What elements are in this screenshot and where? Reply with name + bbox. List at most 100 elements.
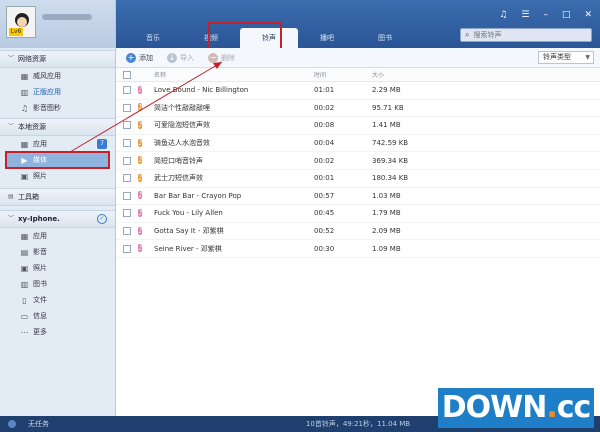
ringtone-name: Love Bound - Nic Billington [154, 86, 249, 95]
import-button[interactable]: ↓ 导入 [167, 52, 194, 63]
ringtone-type-value: 铃声类型 [543, 53, 571, 61]
sidebar-item-1-1[interactable]: ▶ 媒体 [5, 151, 110, 169]
check-icon: ✓ [97, 214, 107, 224]
row-checkbox[interactable] [123, 191, 131, 200]
task-status-label: 无任务 [28, 420, 49, 428]
row-checkbox[interactable] [123, 156, 131, 165]
chevron-down-icon: ▼ [585, 54, 590, 61]
sidebar-item-1-2[interactable]: ▣ 照片 [0, 168, 115, 184]
minimize-icon[interactable]: – [543, 10, 548, 20]
device-item-6[interactable]: ⋯ 更多 [0, 324, 115, 340]
table-row[interactable]: ♪ Gotta Say It - 邓紫棋 00:52 2.09 MB [116, 223, 600, 241]
table-row[interactable]: ♪ Bar Bar Bar - Crayon Pop 00:57 1.03 MB [116, 188, 600, 206]
music-note-icon: ♪ [138, 208, 143, 217]
apps-icon: ▦ [20, 139, 29, 149]
row-checkbox[interactable] [123, 174, 131, 183]
device-item-4[interactable]: ▯ 文件 [0, 292, 115, 308]
task-status[interactable]: 无任务 [0, 416, 116, 432]
ringtone-duration: 00:01 [314, 174, 335, 183]
device-item-1[interactable]: ▤ 影音 [0, 244, 115, 260]
import-label: 导入 [180, 53, 194, 62]
tab-podcast[interactable]: 播吧 [298, 28, 356, 48]
avatar[interactable]: Lv6 [6, 6, 36, 38]
sidebar-section-network[interactable]: ﹀ 网络资源 [0, 50, 115, 68]
search-input[interactable] [473, 31, 584, 39]
tab-music[interactable]: 音乐 [124, 28, 182, 48]
column-name[interactable]: 名称 [152, 70, 314, 79]
table-row[interactable]: ♪ 简洁个性敲敲敲哩 00:02 95.71 KB [116, 100, 600, 118]
apps-icon: ▦ [20, 71, 29, 81]
section-label: 网络资源 [18, 55, 46, 63]
device-name: xy-Iphone. [18, 215, 60, 223]
ringtone-table: 名称 时间 大小 ♪ Love Bound - Nic Billington 01:… [116, 68, 600, 258]
sidebar-item-label: 照片 [33, 172, 47, 180]
select-all-checkbox[interactable] [123, 70, 131, 79]
tab-books[interactable]: 图书 [356, 28, 414, 48]
search-box[interactable]: ⌕ [460, 28, 592, 42]
delete-button[interactable]: − 删除 [208, 52, 235, 63]
row-checkbox[interactable] [123, 139, 131, 148]
music-note-icon: ♪ [138, 173, 143, 182]
ringtone-duration: 00:02 [314, 103, 335, 112]
app-window: Lv6 ﹀ 网络资源 ▦ 威风应用 ▥ 正版应用 ♫ 影音图秒 ﹀ 本地资源 ▦… [0, 0, 600, 432]
music-icon: ♫ [20, 103, 29, 113]
close-icon[interactable]: ✕ [584, 10, 592, 20]
top-bar: ♫ ☰ – □ ✕ 音乐 视频 铃声 播吧 图书 ⌕ [116, 0, 600, 50]
sidebar-section-local[interactable]: ﹀ 本地资源 [0, 118, 115, 136]
device-item-label: 应用 [33, 232, 47, 240]
ringtone-size: 1.79 MB [372, 209, 401, 218]
ringtone-duration: 00:45 [314, 209, 335, 218]
table-row[interactable]: ♪ 可爱隐泡短信声效 00:08 1.41 MB [116, 117, 600, 135]
row-checkbox[interactable] [123, 209, 131, 218]
level-badge: Lv6 [9, 28, 23, 36]
ringtone-size: 2.29 MB [372, 86, 401, 95]
table-row[interactable]: ♪ Seine River - 邓紫棋 00:30 1.09 MB [116, 240, 600, 258]
add-button[interactable]: + 添加 [126, 52, 153, 63]
music-note-icon: ♪ [138, 226, 143, 235]
video-icon: ▤ [20, 247, 29, 257]
table-row[interactable]: ♪ 骑鱼达人水泡音效 00:04 742.59 KB [116, 135, 600, 153]
table-row[interactable]: ♪ Love Bound - Nic Billington 01:01 2.29 MB [116, 82, 600, 100]
import-icon: ↓ [167, 52, 177, 63]
maximize-icon[interactable]: □ [562, 10, 571, 20]
row-checkbox[interactable] [123, 227, 131, 236]
ringtone-type-select[interactable]: 铃声类型 ▼ [538, 51, 594, 64]
music-note-icon: ♪ [138, 85, 143, 94]
ringtone-duration: 01:01 [314, 86, 335, 95]
sidebar-item-1-0[interactable]: ▦ 应用 7 [0, 136, 115, 152]
ringtone-name: 武士刀短信声效 [154, 174, 203, 183]
apps-icon: ▦ [20, 231, 29, 241]
sidebar-device[interactable]: ﹀ xy-Iphone. ✓ [0, 210, 115, 228]
device-item-3[interactable]: ▥ 图书 [0, 276, 115, 292]
table-row[interactable]: ♪ Fuck You - Lily Allen 00:45 1.79 MB [116, 205, 600, 223]
count-badge: 7 [97, 139, 107, 149]
menu-icon[interactable]: ☰ [521, 10, 529, 20]
column-time[interactable]: 时间 [314, 70, 372, 79]
row-checkbox[interactable] [123, 86, 131, 95]
search-icon: ⌕ [465, 30, 470, 39]
ringtone-size: 1.41 MB [372, 121, 401, 130]
column-size[interactable]: 大小 [372, 70, 452, 79]
table-row[interactable]: ♪ 简短口哨音铃声 00:02 369.34 KB [116, 152, 600, 170]
sidebar-item-0-2[interactable]: ♫ 影音图秒 [0, 100, 115, 116]
device-item-2[interactable]: ▣ 照片 [0, 260, 115, 276]
ringtone-size: 2.09 MB [372, 227, 401, 236]
row-checkbox[interactable] [123, 244, 131, 253]
music-note-icon: ♪ [138, 138, 143, 147]
table-row[interactable]: ♪ 武士刀短信声效 00:01 180.34 KB [116, 170, 600, 188]
device-item-5[interactable]: ▭ 信息 [0, 308, 115, 324]
sidebar-item-label: 正版应用 [33, 88, 61, 96]
sidebar-item-0-0[interactable]: ▦ 威风应用 [0, 68, 115, 84]
row-checkbox[interactable] [123, 121, 131, 130]
sidebar-toolbox[interactable]: ▤ 工具箱 [0, 188, 115, 206]
username-redacted [42, 14, 92, 20]
ringtone-duration: 00:04 [314, 139, 335, 148]
device-item-0[interactable]: ▦ 应用 [0, 228, 115, 244]
music-note-icon[interactable]: ♫ [499, 10, 507, 20]
row-checkbox[interactable] [123, 103, 131, 112]
sidebar-item-0-1[interactable]: ▥ 正版应用 [0, 84, 115, 100]
chevron-down-icon: ﹀ [8, 55, 15, 62]
ringtone-duration: 00:57 [314, 191, 335, 200]
ringtone-size: 1.03 MB [372, 191, 401, 200]
music-note-icon: ♪ [138, 156, 143, 165]
